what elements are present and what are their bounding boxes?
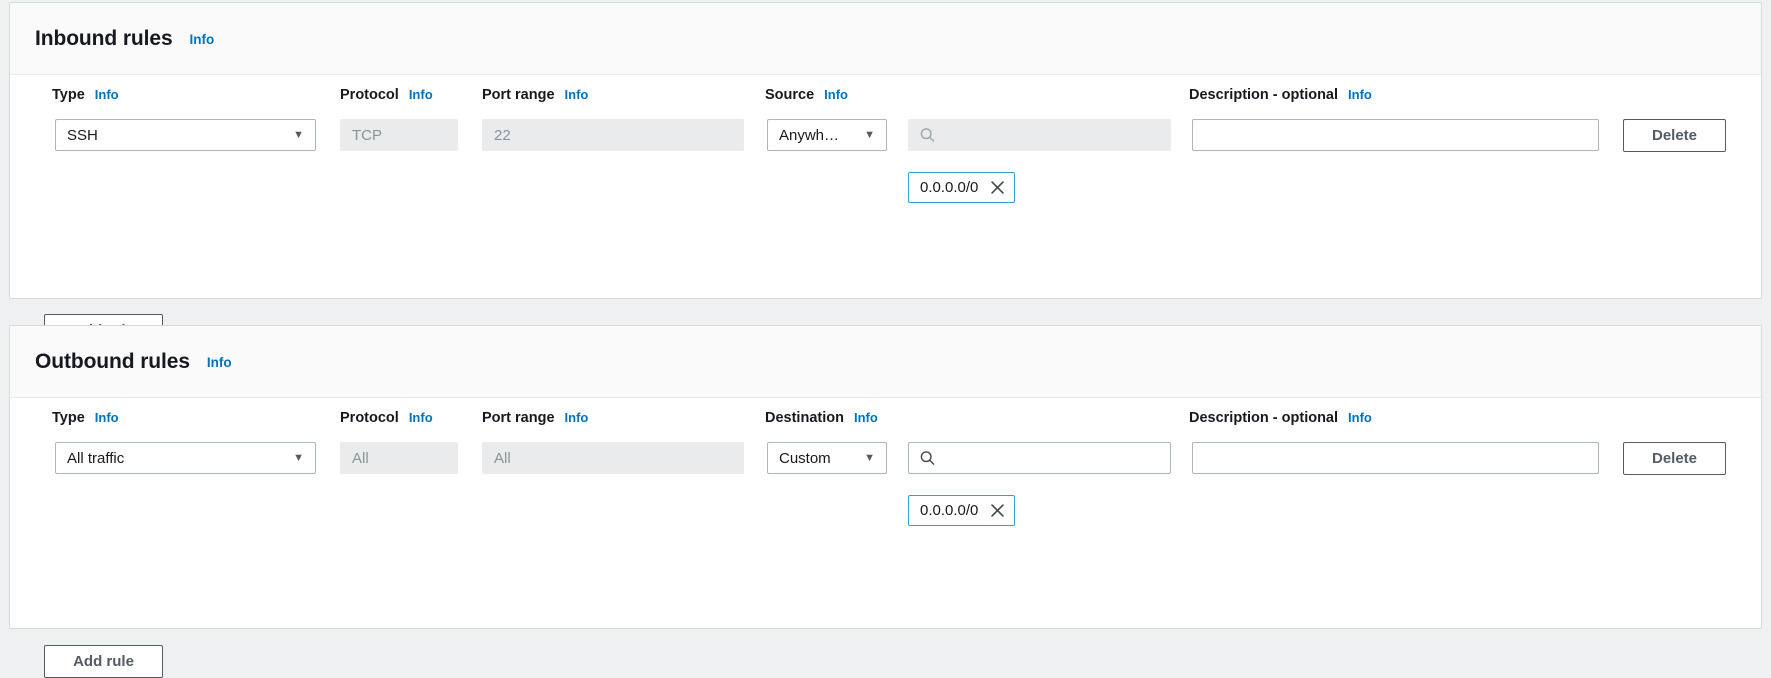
inbound-panel-body: Type Info Protocol Info Port range Info … [10,75,1761,347]
inbound-rule-row: SSH ▼ TCP 22 Anywh… ▼ 0.0.0.0/0 Delete [10,109,1761,203]
inbound-delete-button[interactable]: Delete [1623,119,1726,152]
inbound-port-range-field: 22 [482,119,744,151]
outbound-col-type-info[interactable]: Info [95,410,119,425]
inbound-col-port-range: Port range Info [482,87,588,103]
outbound-col-description-info[interactable]: Info [1348,410,1372,425]
inbound-protocol-input: TCP [340,119,458,151]
inbound-source-token-label: 0.0.0.0/0 [920,179,979,196]
inbound-description-field [1192,119,1599,151]
chevron-down-icon: ▼ [293,128,304,141]
chevron-down-icon: ▼ [293,451,304,464]
outbound-column-headers: Type Info Protocol Info Port range Info … [10,398,1761,432]
inbound-col-port-range-info[interactable]: Info [565,87,589,102]
outbound-col-port-range-label: Port range [482,410,555,426]
outbound-port-range-input: All [482,442,744,474]
outbound-destination-search-field: 0.0.0.0/0 [908,442,1171,526]
inbound-col-source-label: Source [765,87,815,103]
outbound-description-field [1192,442,1599,474]
chevron-down-icon: ▼ [864,451,875,464]
inbound-col-protocol-info[interactable]: Info [409,87,433,102]
outbound-panel-header: Outbound rules Info [10,326,1761,398]
outbound-add-rule-button[interactable]: Add rule [44,645,163,678]
inbound-col-protocol-label: Protocol [340,87,399,103]
search-icon [920,128,935,143]
inbound-col-port-range-label: Port range [482,87,555,103]
outbound-rule-row: All traffic ▼ All All Custom ▼ 0.0.0.0/0… [10,432,1761,526]
outbound-col-destination-info[interactable]: Info [854,410,878,425]
inbound-panel-header: Inbound rules Info [10,3,1761,75]
outbound-col-protocol: Protocol Info [340,410,433,426]
inbound-description-input[interactable] [1192,119,1599,151]
close-icon[interactable] [990,503,1005,518]
outbound-description-input[interactable] [1192,442,1599,474]
inbound-col-description-info[interactable]: Info [1348,87,1372,102]
inbound-panel-title: Inbound rules [35,26,173,50]
outbound-col-port-range: Port range Info [482,410,588,426]
outbound-destination-token[interactable]: 0.0.0.0/0 [908,495,1016,526]
outbound-rules-panel: Outbound rules Info Type Info Protocol I… [9,325,1762,678]
inbound-protocol-value: TCP [352,126,382,144]
outbound-delete-button[interactable]: Delete [1623,442,1726,475]
outbound-col-protocol-info[interactable]: Info [409,410,433,425]
outbound-col-type: Type Info [52,410,119,426]
inbound-protocol-field: TCP [340,119,458,151]
outbound-col-port-range-info[interactable]: Info [565,410,589,425]
outbound-col-destination: Destination Info [765,410,878,426]
inbound-col-type-label: Type [52,87,85,103]
outbound-info-link[interactable]: Info [207,355,232,370]
inbound-col-source: Source Info [765,87,848,103]
chevron-down-icon: ▼ [864,128,875,141]
outbound-protocol-field: All [340,442,458,474]
outbound-destination-scope-value: Custom [779,449,831,467]
outbound-destination-search-input[interactable] [908,442,1171,474]
close-icon[interactable] [990,180,1005,195]
outbound-col-description-label: Description - optional [1189,410,1339,426]
inbound-port-range-input: 22 [482,119,744,151]
inbound-rules-panel: Inbound rules Info Type Info Protocol In… [9,2,1762,347]
security-group-rules-page: Inbound rules Info Type Info Protocol In… [0,0,1771,678]
outbound-protocol-input: All [340,442,458,474]
inbound-col-description-label: Description - optional [1189,87,1339,103]
outbound-col-destination-label: Destination [765,410,844,426]
inbound-source-scope-select[interactable]: Anywh… ▼ [767,119,887,151]
outbound-destination-scope-field: Custom ▼ [767,442,887,474]
search-icon [920,451,935,466]
outbound-panel-title: Outbound rules [35,349,190,373]
inbound-col-description: Description - optional Info [1189,87,1372,103]
outbound-col-description: Description - optional Info [1189,410,1372,426]
outbound-destination-token-label: 0.0.0.0/0 [920,502,979,519]
inbound-source-search-input [908,119,1171,151]
inbound-column-headers: Type Info Protocol Info Port range Info … [10,75,1761,109]
inbound-col-source-info[interactable]: Info [824,87,848,102]
inbound-col-type: Type Info [52,87,119,103]
outbound-port-range-field: All [482,442,744,474]
inbound-port-range-value: 22 [494,126,511,144]
outbound-col-protocol-label: Protocol [340,410,399,426]
inbound-source-token[interactable]: 0.0.0.0/0 [908,172,1016,203]
inbound-source-scope-value: Anywh… [779,126,840,144]
outbound-type-value: All traffic [67,449,125,467]
inbound-col-protocol: Protocol Info [340,87,433,103]
inbound-col-type-info[interactable]: Info [95,87,119,102]
outbound-panel-body: Type Info Protocol Info Port range Info … [10,398,1761,678]
inbound-source-scope-field: Anywh… ▼ [767,119,887,151]
inbound-type-field: SSH ▼ [55,119,316,151]
inbound-source-search-field: 0.0.0.0/0 [908,119,1171,203]
inbound-type-select[interactable]: SSH ▼ [55,119,316,151]
inbound-type-value: SSH [67,126,98,144]
outbound-destination-scope-select[interactable]: Custom ▼ [767,442,887,474]
outbound-protocol-value: All [352,449,369,467]
outbound-type-field: All traffic ▼ [55,442,316,474]
outbound-type-select[interactable]: All traffic ▼ [55,442,316,474]
outbound-col-type-label: Type [52,410,85,426]
outbound-port-range-value: All [494,449,511,467]
inbound-info-link[interactable]: Info [190,32,215,47]
